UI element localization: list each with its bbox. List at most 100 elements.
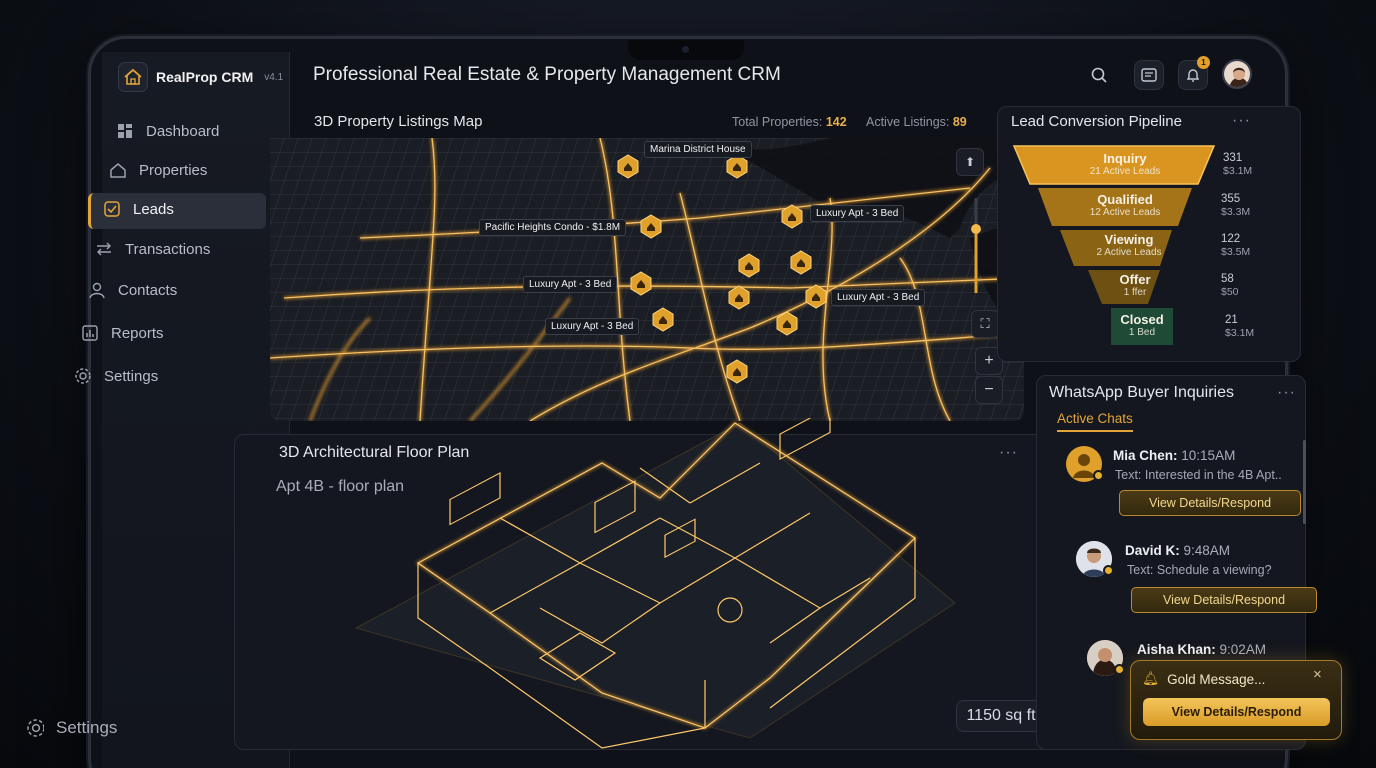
stage-count: 355 [1221, 193, 1241, 205]
close-icon[interactable]: × [1313, 666, 1322, 683]
sidebar-item-transactions[interactable]: Transactions [95, 240, 210, 258]
home-icon [109, 161, 127, 179]
map-label[interactable]: Marina District House [644, 141, 752, 158]
search-icon [1091, 67, 1107, 83]
map-label[interactable]: Luxury Apt - 3 Bed [810, 205, 905, 222]
stage-name: Inquiry [1103, 151, 1147, 166]
bell-icon: 🔔︎ [1142, 671, 1160, 686]
bell-icon [1186, 69, 1200, 82]
expand-icon: ⛶ [980, 316, 990, 331]
user-icon [88, 281, 106, 299]
stage-value: $3.3M [1221, 206, 1251, 218]
toast-text: Gold Message... [1167, 671, 1266, 687]
view-details-button[interactable]: View Details/Respond [1119, 490, 1301, 516]
stage-stats-closed: 21 $3.1M [1225, 314, 1254, 340]
stage-sub: 1 Bed [1128, 327, 1156, 338]
compass-button[interactable]: ⬆ [956, 148, 984, 176]
messages-button[interactable] [1134, 60, 1164, 90]
stage-stats-viewing: 122 $3.5M [1221, 233, 1250, 259]
stage-sub: 2 Active Leads [1096, 247, 1162, 258]
map-label[interactable]: Pacific Heights Condo - $1.8M [479, 219, 627, 236]
floor-plan-3d[interactable] [340, 418, 970, 750]
page-title: Professional Real Estate & Property Mana… [313, 64, 781, 85]
sidebar-item-label: Properties [139, 161, 208, 179]
toast-view-details-button[interactable]: View Details/Respond [1143, 698, 1330, 726]
tab-active-chats[interactable]: Active Chats [1057, 411, 1133, 432]
message-icon [1141, 68, 1157, 82]
user-avatar[interactable] [1222, 59, 1252, 89]
funnel-stage-viewing[interactable]: Viewing 2 Active Leads [1064, 232, 1194, 258]
sidebar-item-label: Contacts [118, 281, 178, 299]
stage-stats-qualified: 355 $3.3M [1221, 193, 1250, 219]
sidebar-item-dashboard[interactable]: Dashboard [116, 122, 219, 140]
sidebar-item-label: Transactions [125, 240, 211, 258]
brand[interactable]: RealProp CRM v4.1 [118, 62, 283, 92]
sidebar-item-settings[interactable]: Settings [74, 367, 158, 385]
stage-name: Closed [1120, 312, 1164, 327]
stage-value: $3.1M [1225, 327, 1255, 339]
online-indicator [1114, 664, 1125, 675]
funnel-stage-inquiry[interactable]: Inquiry 21 Active Leads [1060, 151, 1190, 177]
bottom-settings-link[interactable]: Settings [26, 718, 117, 738]
active-listings-label: Active Listings: [866, 115, 950, 129]
active-listings-stat: Active Listings: 89 [866, 115, 967, 129]
sidebar-item-properties[interactable]: Properties [109, 161, 207, 179]
checkbox-icon [103, 200, 121, 218]
sidebar-item-label: Reports [111, 324, 164, 342]
map-label[interactable]: Luxury Apt - 3 Bed [523, 276, 618, 293]
minus-icon: − [984, 381, 994, 398]
total-properties-stat: Total Properties: 142 [732, 115, 847, 129]
active-listings-value: 89 [952, 115, 967, 129]
funnel-stage-qualified[interactable]: Qualified 12 Active Leads [1060, 192, 1190, 218]
sidebar-item-contacts[interactable]: Contacts [88, 281, 177, 299]
floor-plan-more-button[interactable]: ··· [999, 444, 1018, 462]
sidebar-item-leads[interactable]: Leads [103, 200, 174, 218]
map-label[interactable]: Luxury Apt - 3 Bed [831, 289, 926, 306]
stage-sub: 1 ffer [1123, 287, 1147, 298]
stage-name: Qualified [1097, 192, 1153, 207]
stage-count: 21 [1225, 314, 1238, 326]
house-logo-icon [118, 62, 148, 92]
chat-scrollbar[interactable] [1303, 440, 1306, 524]
zoom-out-button[interactable]: − [975, 376, 1003, 404]
toast-message: 🔔︎ Gold Message... [1142, 671, 1265, 687]
total-properties-label: Total Properties: [732, 115, 823, 129]
stage-sub: 12 Active Leads [1089, 207, 1161, 218]
sidebar-item-reports[interactable]: Reports [81, 324, 164, 342]
stage-count: 331 [1223, 152, 1243, 164]
chat-message: Text: Schedule a viewing? [1127, 563, 1272, 577]
bottom-settings-label: Settings [56, 718, 118, 737]
floor-area-badge: 1150 sq ft [956, 700, 1046, 732]
plus-icon: + [984, 352, 994, 369]
sidebar-item-label: Dashboard [146, 122, 220, 140]
funnel-stage-offer[interactable]: Offer 1 ffer [1070, 272, 1200, 298]
search-button[interactable] [1084, 60, 1114, 90]
stage-stats-offer: 58 $50 [1221, 273, 1239, 299]
chat-message: Text: Interested in the 4B Apt.. [1115, 468, 1282, 482]
pipeline-title: Lead Conversion Pipeline [1011, 113, 1182, 130]
swap-icon [95, 240, 113, 258]
stage-value: $3.5M [1221, 246, 1251, 258]
property-map[interactable] [270, 138, 1024, 421]
chat-sender: Mia Chen: 10:15AM [1113, 448, 1236, 463]
map-panel-title: 3D Property Listings Map [314, 113, 483, 130]
stage-count: 58 [1221, 273, 1234, 285]
fullscreen-button[interactable]: ⛶ [971, 310, 999, 338]
camera-notch [628, 40, 744, 60]
brand-version: v4.1 [264, 71, 284, 83]
online-indicator [1103, 565, 1114, 576]
stage-name: Viewing [1104, 232, 1154, 247]
notification-badge: 1 [1197, 56, 1210, 69]
app-screen: RealProp CRM v4.1 Dashboard Properties L… [0, 0, 1376, 768]
online-indicator [1093, 470, 1104, 481]
view-details-button[interactable]: View Details/Respond [1131, 587, 1317, 613]
pipeline-more-button[interactable]: ··· [1232, 112, 1251, 130]
map-canvas [270, 138, 1024, 421]
notifications-button[interactable]: 1 [1178, 56, 1210, 90]
stage-count: 122 [1221, 233, 1241, 245]
map-label[interactable]: Luxury Apt - 3 Bed [545, 318, 640, 335]
whatsapp-more-button[interactable]: ··· [1277, 384, 1296, 402]
stage-name: Offer [1119, 272, 1151, 287]
funnel-stage-closed[interactable]: Closed 1 Bed [1111, 312, 1173, 338]
stage-value: $3.1M [1223, 165, 1253, 177]
